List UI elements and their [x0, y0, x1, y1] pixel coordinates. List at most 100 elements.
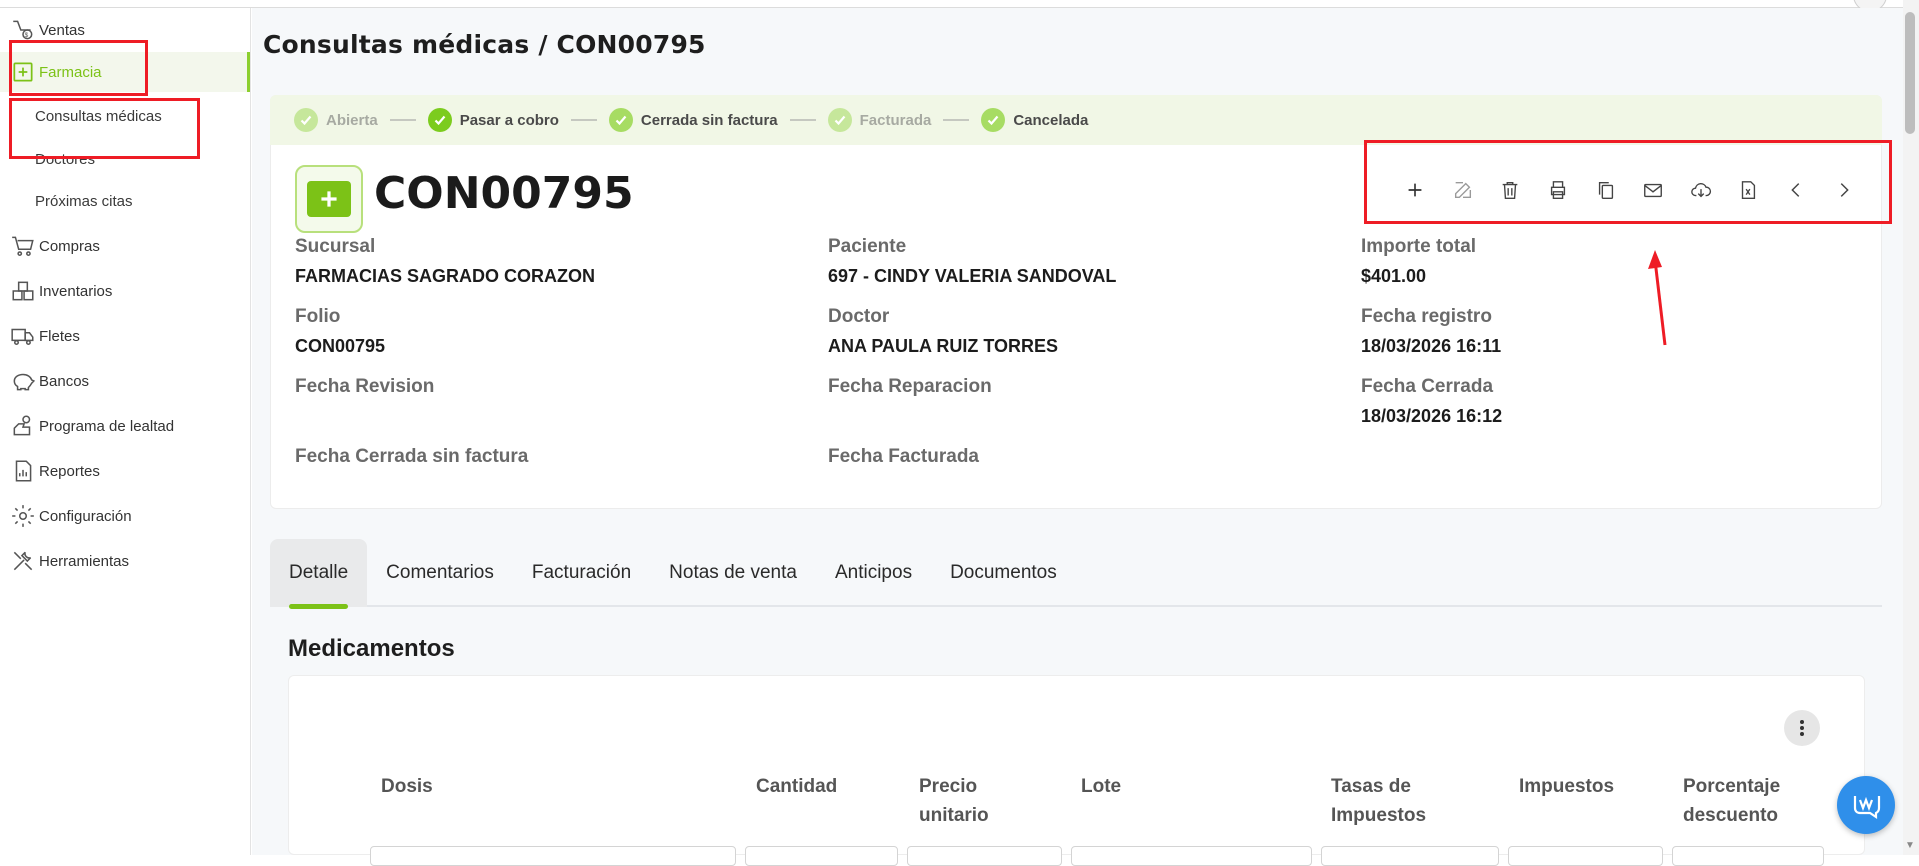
- tab-facturacion[interactable]: Facturación: [513, 539, 650, 607]
- top-bar: [0, 0, 1919, 12]
- tab-notas-de-venta[interactable]: Notas de venta: [650, 539, 816, 607]
- step-abierta[interactable]: Abierta: [294, 108, 378, 132]
- tab-detalle[interactable]: Detalle: [270, 539, 368, 609]
- field-value-fecha-registro: 18/03/2026 16:11: [1361, 336, 1502, 356]
- tab-comentarios[interactable]: Comentarios: [367, 539, 513, 607]
- column-header-cantidad[interactable]: Cantidad: [756, 772, 837, 801]
- loyalty-icon: [8, 412, 38, 440]
- sidebar-item-fletes[interactable]: Fletes: [0, 316, 250, 356]
- tab-anticipos[interactable]: Anticipos: [816, 539, 931, 607]
- field-value-folio: CON00795: [295, 336, 386, 356]
- check-icon: [981, 108, 1006, 132]
- plus-icon[interactable]: [1396, 174, 1435, 206]
- excel-icon[interactable]: [1729, 174, 1768, 206]
- chevron-right-icon[interactable]: [1824, 174, 1863, 206]
- tasas-input[interactable]: [1321, 846, 1499, 866]
- svg-text:$: $: [25, 32, 29, 39]
- page-title: Consultas médicas / CON00795: [263, 30, 706, 59]
- trash-icon[interactable]: [1491, 174, 1530, 206]
- sidebar-item-label: Fletes: [39, 327, 80, 345]
- step-cancelada[interactable]: Cancelada: [981, 108, 1088, 132]
- chat-button[interactable]: [1837, 776, 1895, 834]
- field-label-paciente: Paciente: [828, 236, 907, 257]
- status-stepper: Abierta Pasar a cobro Cerrada sin factur…: [270, 95, 1882, 145]
- more-options-icon[interactable]: [1784, 710, 1820, 746]
- pharmacy-icon: [8, 58, 38, 86]
- step-label: Cancelada: [1013, 111, 1089, 129]
- tools-icon: [8, 547, 38, 575]
- tab-documentos[interactable]: Documentos: [931, 539, 1076, 607]
- sidebar-item-inventarios[interactable]: Inventarios: [0, 271, 250, 311]
- field-label-importe-total: Importe total: [1361, 236, 1477, 257]
- chat-icon: [1853, 796, 1881, 820]
- annotation-arrow: [1648, 250, 1667, 346]
- sidebar-item-programa-de-lealtad[interactable]: Programa de lealtad: [0, 406, 250, 446]
- step-pasar-a-cobro[interactable]: Pasar a cobro: [427, 108, 559, 132]
- impuestos-input[interactable]: [1508, 846, 1663, 866]
- column-header-porcentaje-descuento[interactable]: Porcentaje descuento: [1683, 772, 1803, 830]
- field-label-doctor: Doctor: [828, 306, 890, 327]
- sidebar-item-compras[interactable]: Compras: [0, 226, 250, 266]
- cart-icon: [8, 232, 38, 260]
- sidebar-item-configuracion[interactable]: Configuración: [0, 496, 250, 536]
- sidebar-item-label: Herramientas: [39, 552, 130, 570]
- edit-icon[interactable]: [1444, 174, 1483, 206]
- sidebar-item-label: Inventarios: [39, 282, 113, 300]
- field-label-fecha-cerrada-sin-factura: Fecha Cerrada sin factura: [295, 446, 529, 467]
- scroll-down-arrow-icon[interactable]: ▼: [1905, 840, 1915, 851]
- copy-icon[interactable]: [1586, 174, 1625, 206]
- sidebar-subitem-consultas-medicas[interactable]: Consultas médicas: [35, 108, 162, 125]
- column-header-dosis[interactable]: Dosis: [381, 772, 433, 801]
- dosis-input[interactable]: [370, 846, 736, 866]
- mail-icon[interactable]: [1634, 174, 1673, 206]
- report-icon: [8, 457, 38, 485]
- sidebar-item-bancos[interactable]: Bancos: [0, 361, 250, 401]
- chevron-left-icon[interactable]: [1777, 174, 1816, 206]
- check-icon: [294, 108, 318, 132]
- precio-unitario-input[interactable]: [907, 846, 1062, 866]
- column-header-impuestos[interactable]: Impuestos: [1519, 772, 1614, 801]
- sidebar-item-farmacia[interactable]: Farmacia: [0, 52, 250, 92]
- field-value-fecha-cerrada: 18/03/2026 16:12: [1361, 406, 1503, 426]
- check-icon: [827, 108, 852, 132]
- sidebar-item-label: Ventas: [39, 21, 85, 39]
- field-label-sucursal: Sucursal: [295, 236, 376, 257]
- step-separator: [789, 119, 816, 121]
- step-separator: [943, 119, 970, 121]
- sidebar-item-reportes[interactable]: Reportes: [0, 451, 250, 491]
- sidebar-item-ventas[interactable]: $ Ventas: [0, 14, 250, 46]
- sidebar-item-herramientas[interactable]: Herramientas: [0, 541, 250, 581]
- sidebar-item-label: Configuración: [39, 507, 132, 525]
- lote-input[interactable]: [1071, 846, 1312, 866]
- cantidad-input[interactable]: [745, 846, 898, 866]
- column-header-precio-unitario[interactable]: Precio unitario: [919, 772, 1019, 830]
- piggy-bank-icon: [8, 367, 38, 395]
- sales-icon: $: [8, 16, 38, 44]
- field-value-doctor: ANA PAULA RUIZ TORRES: [828, 336, 1059, 356]
- document-toolbar: [1396, 172, 1872, 208]
- scrollbar-thumb[interactable]: [1905, 12, 1915, 134]
- medicamentos-table: [288, 675, 1865, 855]
- field-value-importe-total: $401.00: [1361, 266, 1427, 286]
- check-icon: [427, 108, 452, 132]
- step-facturada[interactable]: Facturada: [827, 108, 932, 132]
- field-label-fecha-facturada: Fecha Facturada: [828, 446, 979, 467]
- descuento-input[interactable]: [1672, 846, 1824, 866]
- step-label: Facturada: [859, 111, 932, 129]
- print-icon[interactable]: [1539, 174, 1578, 206]
- field-value-sucursal: FARMACIAS SAGRADO CORAZON: [295, 266, 595, 286]
- column-header-lote[interactable]: Lote: [1081, 772, 1121, 801]
- truck-icon: [8, 322, 38, 350]
- step-separator: [570, 119, 597, 121]
- document-folio-heading: CON00795: [374, 168, 634, 219]
- column-header-tasas-de-impuestos[interactable]: Tasas de Impuestos: [1331, 772, 1451, 830]
- section-title-medicamentos: Medicamentos: [288, 635, 455, 662]
- step-cerrada-sin-factura[interactable]: Cerrada sin factura: [608, 108, 778, 132]
- cloud-download-icon[interactable]: [1682, 174, 1721, 206]
- sidebar-subitem-doctores[interactable]: Doctores: [35, 151, 95, 168]
- sidebar-item-label: Reportes: [39, 462, 100, 480]
- sidebar-subitem-proximas-citas[interactable]: Próximas citas: [35, 193, 133, 210]
- field-label-fecha-reparacion: Fecha Reparacion: [828, 376, 992, 397]
- step-label: Cerrada sin factura: [640, 111, 778, 129]
- detail-tabs: Detalle Comentarios Facturación Notas de…: [270, 539, 1882, 609]
